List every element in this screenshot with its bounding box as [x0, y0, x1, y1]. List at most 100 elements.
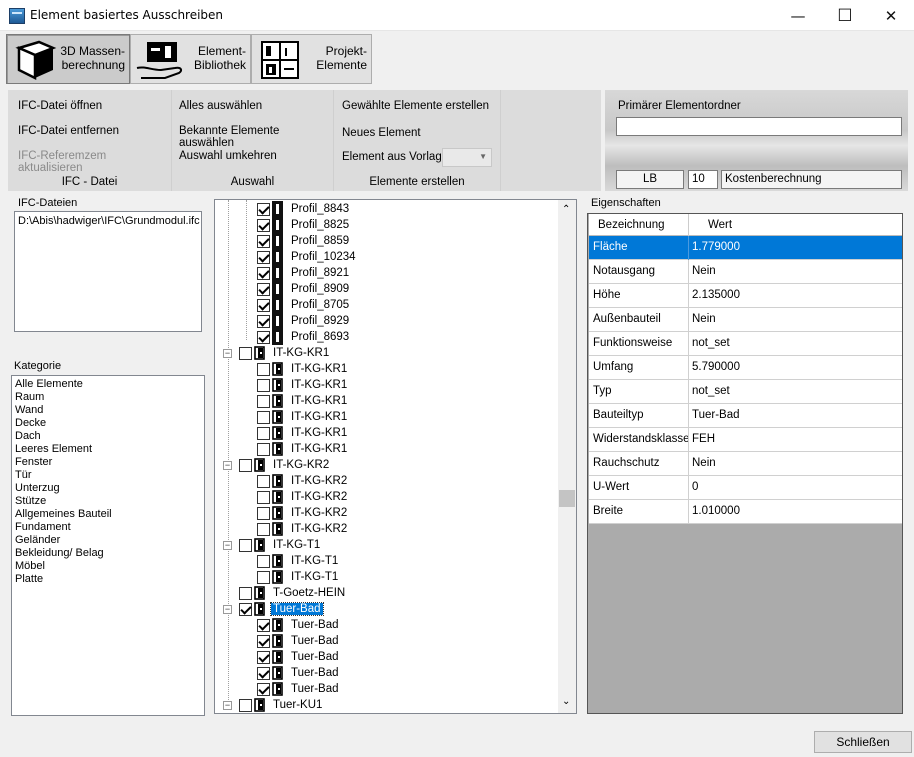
- property-value[interactable]: 0: [692, 481, 698, 493]
- property-row[interactable]: Umfang 5.790000: [589, 356, 902, 380]
- tree-item-label[interactable]: Tuer-Bad: [289, 683, 341, 695]
- kategorie-item[interactable]: Raum: [15, 391, 44, 404]
- property-value[interactable]: Tuer-Bad: [692, 409, 740, 421]
- lb-field[interactable]: LB: [616, 170, 684, 189]
- scroll-thumb[interactable]: [559, 490, 575, 507]
- tree-item-label[interactable]: IT-KG-KR2: [289, 523, 349, 535]
- tree-scrollbar[interactable]: ⌃ ⌄: [558, 200, 576, 713]
- property-value[interactable]: Nein: [692, 313, 716, 325]
- tree-checkbox[interactable]: [257, 394, 270, 408]
- tree-item[interactable]: Profil_8843: [257, 201, 351, 217]
- tree-item[interactable]: Profil_8705: [257, 297, 351, 313]
- col-wert[interactable]: Wert: [708, 219, 732, 231]
- tree-item[interactable]: Profil_8859: [257, 233, 351, 249]
- tree-item[interactable]: IT-KG-T1: [239, 537, 322, 553]
- tree-item-label[interactable]: Profil_8843: [289, 203, 351, 215]
- tree-checkbox[interactable]: [257, 378, 270, 392]
- tree-item[interactable]: Profil_8929: [257, 313, 351, 329]
- tree-checkbox[interactable]: [257, 250, 270, 264]
- tree-item-label[interactable]: Tuer-Bad: [289, 635, 341, 647]
- tree-item-label[interactable]: Tuer-KU1: [271, 699, 324, 711]
- tree-item[interactable]: IT-KG-KR2: [239, 457, 331, 473]
- tree-item[interactable]: Tuer-KU1: [239, 697, 324, 713]
- ifc-remove-button[interactable]: IFC-Datei entfernen: [18, 125, 119, 137]
- select-known-button[interactable]: Bekannte Elemente auswählen: [179, 125, 333, 149]
- tree-checkbox[interactable]: [257, 474, 270, 488]
- tree-checkbox[interactable]: [239, 586, 252, 600]
- cost-field[interactable]: Kostenberechnung: [721, 170, 902, 189]
- property-row[interactable]: Breite 1.010000: [589, 500, 902, 524]
- tree-checkbox[interactable]: [257, 234, 270, 248]
- property-value[interactable]: 5.790000: [692, 361, 740, 373]
- tree-item[interactable]: Profil_10234: [257, 249, 358, 265]
- tree-checkbox[interactable]: [239, 458, 252, 472]
- kategorie-item[interactable]: Dach: [15, 430, 41, 443]
- kategorie-item[interactable]: Bekleidung/ Belag: [15, 547, 104, 560]
- close-button[interactable]: Schließen: [814, 731, 912, 753]
- tree-item-label[interactable]: Tuer-Bad: [270, 602, 324, 616]
- collapse-icon[interactable]: −: [223, 541, 232, 550]
- property-row[interactable]: Typ not_set: [589, 380, 902, 404]
- kategorie-item[interactable]: Möbel: [15, 560, 45, 573]
- property-value[interactable]: 1.010000: [692, 505, 740, 517]
- kategorie-item[interactable]: Allgemeines Bauteil: [15, 508, 112, 521]
- property-row[interactable]: Fläche 1.779000: [589, 236, 902, 260]
- property-value[interactable]: 1.779000: [692, 241, 740, 253]
- ifc-file-item[interactable]: D:\Abis\hadwiger\IFC\Grundmodul.ifc: [18, 215, 200, 227]
- tree-item[interactable]: T-Goetz-HEIN: [239, 585, 347, 601]
- scroll-down-icon[interactable]: ⌄: [562, 696, 570, 707]
- property-row[interactable]: Rauchschutz Nein: [589, 452, 902, 476]
- tree-item[interactable]: IT-KG-KR2: [257, 473, 349, 489]
- kategorie-item[interactable]: Tür: [15, 469, 32, 482]
- property-value[interactable]: Nein: [692, 457, 716, 469]
- tree-item[interactable]: IT-KG-KR1: [257, 441, 349, 457]
- tree-item-label[interactable]: IT-KG-KR1: [289, 395, 349, 407]
- kategorie-item[interactable]: Stütze: [15, 495, 46, 508]
- tree-item[interactable]: Tuer-Bad: [257, 649, 341, 665]
- tree-checkbox[interactable]: [257, 442, 270, 456]
- tree-checkbox[interactable]: [239, 538, 252, 552]
- tree-checkbox[interactable]: [257, 506, 270, 520]
- tree-item[interactable]: Profil_8909: [257, 281, 351, 297]
- tree-checkbox[interactable]: [257, 570, 270, 584]
- tree-checkbox[interactable]: [239, 346, 252, 360]
- tree-item-label[interactable]: IT-KG-KR1: [289, 427, 349, 439]
- lb-number-field[interactable]: 10: [688, 170, 718, 189]
- projekt-button[interactable]: Projekt- Elemente: [251, 34, 372, 84]
- primary-folder-input[interactable]: [616, 117, 902, 136]
- tree-checkbox[interactable]: [257, 554, 270, 568]
- tree-checkbox[interactable]: [257, 650, 270, 664]
- tree-checkbox[interactable]: [257, 522, 270, 536]
- tree-item-label[interactable]: IT-KG-KR2: [289, 475, 349, 487]
- tree-item-label[interactable]: Tuer-Bad: [289, 651, 341, 663]
- masse-button[interactable]: 3D Massen-berechnung: [6, 34, 130, 84]
- tree-item-label[interactable]: IT-KG-KR2: [289, 491, 349, 503]
- tree-item[interactable]: IT-KG-KR2: [257, 489, 349, 505]
- tree-checkbox[interactable]: [257, 362, 270, 376]
- new-element-button[interactable]: Neues Element: [342, 127, 421, 139]
- properties-grid[interactable]: Bezeichnung Wert Fläche 1.779000 Notausgan…: [587, 213, 903, 714]
- tree-item-label[interactable]: Tuer-Bad: [289, 667, 341, 679]
- tree-item[interactable]: IT-KG-KR2: [257, 505, 349, 521]
- tree-item[interactable]: IT-KG-KR1: [257, 377, 349, 393]
- kategorie-list[interactable]: Alle Elemente Raum Wand Decke Dach Leeres Ele…: [11, 375, 205, 716]
- property-row[interactable]: U-Wert 0: [589, 476, 902, 500]
- tree-item-label[interactable]: IT-KG-T1: [289, 571, 340, 583]
- tree-item-label[interactable]: Profil_10234: [289, 251, 358, 263]
- tree-item[interactable]: Tuer-Bad: [257, 665, 341, 681]
- kategorie-item[interactable]: Fenster: [15, 456, 52, 469]
- collapse-icon[interactable]: −: [223, 605, 232, 614]
- ifc-open-button[interactable]: IFC-Datei öffnen: [18, 100, 102, 112]
- property-row[interactable]: Notausgang Nein: [589, 260, 902, 284]
- tree-checkbox[interactable]: [257, 282, 270, 296]
- kategorie-item[interactable]: Unterzug: [15, 482, 60, 495]
- tree-item-label[interactable]: IT-KG-KR2: [271, 459, 331, 471]
- create-elements-button[interactable]: Gewählte Elemente erstellen: [342, 100, 489, 112]
- tree-checkbox[interactable]: [257, 330, 270, 344]
- maximize-button[interactable]: ☐: [822, 0, 868, 31]
- tree-item-label[interactable]: IT-KG-KR1: [289, 379, 349, 391]
- tree-item[interactable]: IT-KG-KR1: [257, 425, 349, 441]
- tree-item-label[interactable]: IT-KG-KR1: [289, 411, 349, 423]
- tree-item[interactable]: Profil_8693: [257, 329, 351, 345]
- property-value[interactable]: 2.135000: [692, 289, 740, 301]
